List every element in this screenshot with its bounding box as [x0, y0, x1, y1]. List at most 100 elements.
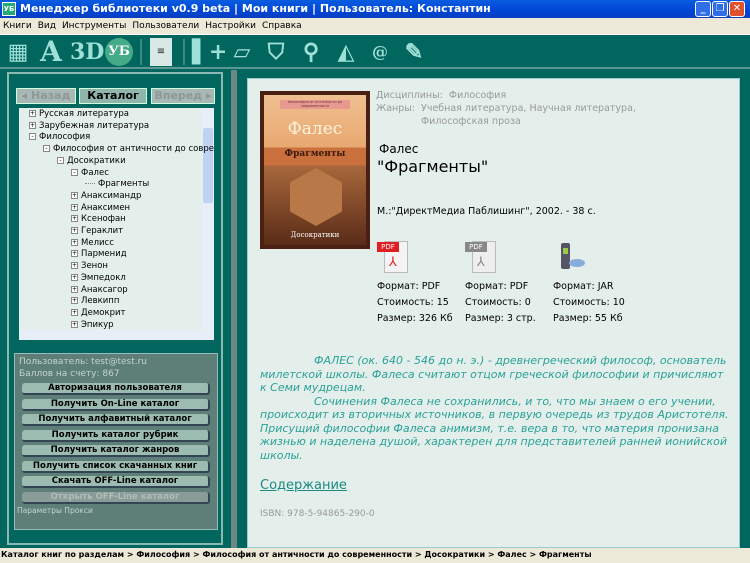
mobile-phone-icon[interactable] [553, 239, 589, 275]
panel-splitter[interactable] [231, 70, 237, 548]
user-action-button[interactable]: Получить алфавитный каталог [22, 414, 210, 426]
user-action-button[interactable]: Получить список скачанных книг [22, 460, 210, 473]
collapse-icon[interactable]: - [29, 133, 36, 141]
tree-view-icon[interactable]: ▦ [4, 38, 32, 66]
open-folder-icon[interactable]: ◭ [332, 38, 360, 66]
user-action-button[interactable]: Получить On-Line каталог [22, 398, 210, 411]
tree-node[interactable]: - Философия [29, 132, 90, 143]
tree-node-label: Русская литература [39, 109, 129, 119]
tree-node[interactable]: + Демокрит [71, 308, 126, 319]
tree-node-label: Парменид [81, 249, 127, 260]
window-title: Менеджер библиотеки v0.9 beta | Мои книг… [20, 2, 491, 15]
tree-node[interactable]: + Анаксимандр [71, 191, 141, 202]
search-icon[interactable]: ⚲ [297, 38, 325, 66]
menu-settings[interactable]: Настройки [205, 21, 256, 31]
tree-node[interactable]: + Эмпедокл [71, 273, 126, 284]
tree-node[interactable]: + Зенон [71, 261, 108, 272]
tree-node[interactable]: - Философия от античности до совре [43, 144, 214, 155]
forward-button[interactable]: Вперед ▸ [151, 88, 215, 104]
catalog-tree[interactable]: + Русская литература + Зарубежная литератур… [19, 108, 214, 340]
tree-node[interactable]: + Анаксимен [71, 203, 130, 214]
close-button[interactable]: ✕ [729, 1, 745, 17]
document-icon[interactable]: ≡ [150, 38, 172, 66]
add-folder-icon[interactable]: ▱ [228, 38, 256, 66]
expand-icon[interactable]: + [29, 121, 36, 129]
genres-continued: Философская проза [421, 116, 521, 127]
tree-node-label: Зенон [81, 261, 108, 272]
back-button[interactable]: ◂ Назад [16, 88, 76, 104]
tree-node[interactable]: + Левкипп [71, 296, 119, 307]
collapse-icon[interactable]: - [71, 168, 78, 176]
tree-node[interactable]: + Анаксагор [71, 285, 128, 296]
expand-icon[interactable]: + [71, 215, 78, 223]
menu-help[interactable]: Справка [262, 21, 302, 31]
user-action-button: Открыть OFF-Line каталог [22, 491, 210, 504]
expand-icon[interactable]: + [71, 250, 78, 258]
menu-view[interactable]: Вид [38, 21, 56, 31]
restore-button[interactable]: ❐ [712, 1, 728, 17]
tree-node-label: Демокрит [81, 307, 126, 318]
format-pdf-free[interactable]: PDF ⅄ Формат: PDF Стоимость: 0 Размер: 3 ст… [465, 239, 536, 327]
expand-icon[interactable]: + [71, 262, 78, 270]
pdf-icon[interactable]: PDF ⅄ [377, 239, 413, 275]
tree-node-label: Анаксимен [81, 202, 131, 213]
book-description: ФАЛЕС (ок. 640 - 546 до н. э.) - древнег… [260, 354, 729, 462]
catalog-button[interactable]: Каталог [79, 88, 147, 104]
tree-node[interactable]: - Досократики [57, 156, 126, 167]
menu-users[interactable]: Пользователи [132, 21, 199, 31]
format-pdf-paid[interactable]: PDF ⅄ Формат: PDF Стоимость: 15 Размер: 326… [377, 239, 453, 327]
tree-node[interactable]: + Парменид [71, 249, 127, 260]
expand-icon[interactable]: + [71, 227, 78, 234]
tree-node[interactable]: + Мелисс [71, 238, 114, 249]
format-jar[interactable]: Формат: JAR Стоимость: 10 Размер: 55 Кб [553, 239, 625, 327]
table-of-contents-link[interactable]: Содержание [260, 478, 347, 493]
expand-icon[interactable]: + [71, 238, 78, 246]
tree-node-label: Мелисс [81, 237, 114, 248]
user-panel: Пользователь: test@test.ru Баллов на сче… [14, 353, 218, 530]
minimize-button[interactable]: _ [695, 1, 711, 17]
tree-node-label: Досократики [67, 155, 126, 166]
pdf-gray-icon[interactable]: PDF ⅄ [465, 239, 501, 275]
alphabet-icon[interactable]: A [37, 38, 65, 66]
tree-node[interactable]: + Зарубежная литература [29, 121, 149, 132]
user-action-button[interactable]: Получить каталог рубрик [22, 429, 210, 442]
book-title: "Фрагменты" [377, 157, 489, 176]
expand-icon[interactable]: + [71, 203, 78, 211]
tree-node-label: Гераклит [81, 226, 124, 236]
tree-node[interactable]: - Фалес [71, 168, 109, 179]
book-details-panel: Философия от античности до современности… [247, 78, 740, 548]
tree-vertical-scrollbar[interactable] [202, 108, 214, 330]
tree-node[interactable]: + Эпикур [71, 320, 114, 331]
expand-icon[interactable]: + [71, 191, 78, 199]
expand-icon[interactable]: + [71, 273, 78, 281]
expand-icon[interactable]: + [71, 285, 78, 293]
app-icon: УБ [2, 2, 16, 16]
menu-books[interactable]: Книги [3, 21, 32, 31]
user-action-button[interactable]: Получить каталог жанров [22, 445, 210, 457]
expand-icon[interactable]: + [71, 308, 78, 316]
3d-icon[interactable]: 3D [70, 38, 104, 66]
proxy-settings-link[interactable]: Параметры Прокси [17, 506, 93, 515]
tree-node[interactable]: + Гераклит [71, 226, 123, 237]
edit-icon[interactable]: ✎ [400, 38, 428, 66]
tree-node[interactable]: + Ксенофан [71, 214, 126, 225]
menu-tools[interactable]: Инструменты [62, 21, 126, 31]
add-book-icon[interactable]: ▌+ [192, 38, 227, 66]
tree-node[interactable]: + Русская литература [29, 109, 129, 120]
tree-node-label: Философия [39, 132, 91, 143]
expand-icon[interactable]: + [29, 110, 36, 117]
tree-horizontal-scrollbar[interactable] [19, 330, 214, 340]
user-action-button[interactable]: Скачать OFF-Line каталог [22, 476, 210, 488]
collapse-icon[interactable]: - [43, 145, 50, 153]
ub-logo-icon[interactable]: УБ [105, 38, 133, 66]
tree-node[interactable]: Фрагменты [85, 179, 149, 190]
user-action-button[interactable]: Авторизация пользователя [22, 383, 210, 395]
expand-icon[interactable]: + [71, 297, 78, 305]
basket-icon[interactable]: ⛉ [262, 38, 290, 66]
expand-icon[interactable]: + [71, 320, 78, 328]
menu-bar: Книги Вид Инструменты Пользователи Настройки… [0, 18, 750, 35]
book-isbn: ISBN: 978-5-94865-290-0 [260, 509, 375, 519]
collapse-icon[interactable]: - [57, 156, 64, 164]
title-bar: УБ Менеджер библиотеки v0.9 beta | Мои к… [0, 0, 750, 18]
email-icon[interactable]: @ [366, 38, 394, 66]
